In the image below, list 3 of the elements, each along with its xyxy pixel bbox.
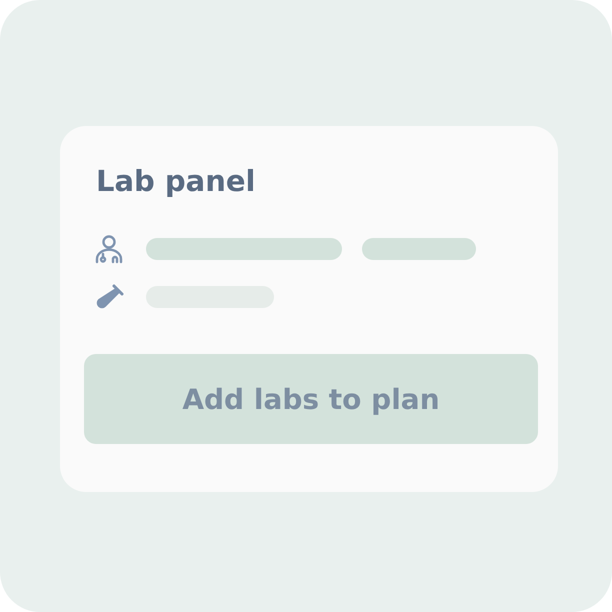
doctor-icon (94, 234, 124, 264)
card-title: Lab panel (96, 163, 256, 200)
add-labs-button[interactable]: Add labs to plan (84, 354, 538, 444)
